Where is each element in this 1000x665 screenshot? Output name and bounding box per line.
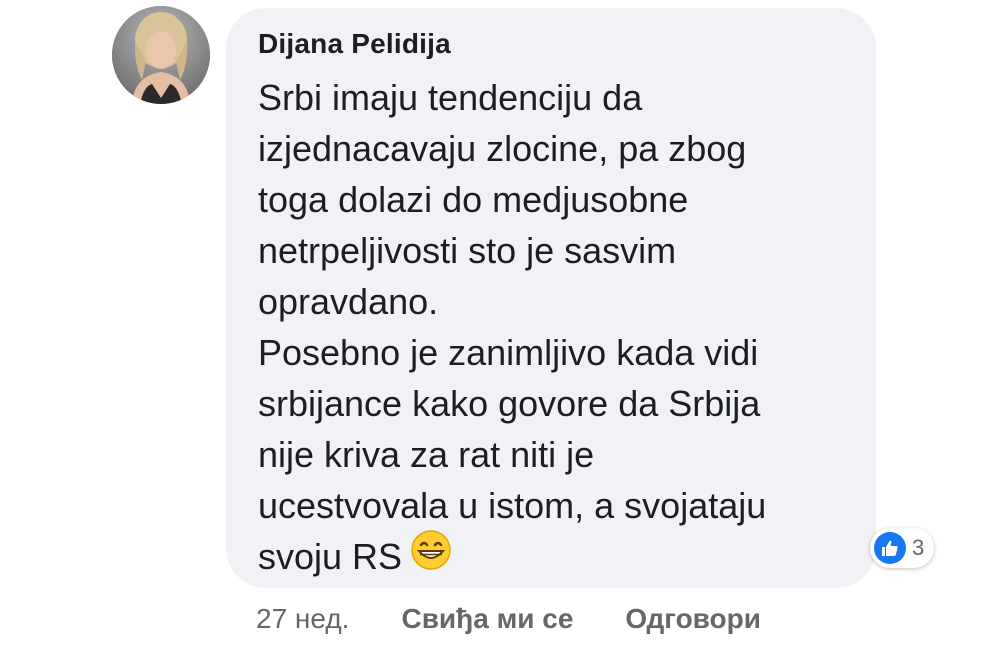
- comment-line: opravdano.: [258, 281, 439, 322]
- comment-actions: 27 нед. Свиђа ми се Одговори: [256, 597, 761, 641]
- comment-text: Srbi imaju tendenciju da izjednacavaju z…: [258, 72, 858, 584]
- comment-line-last: svoju RS: [258, 529, 858, 584]
- avatar[interactable]: [112, 6, 210, 104]
- comment-author[interactable]: Dijana Pelidija: [258, 28, 451, 60]
- grinning-face-emoji: [410, 529, 452, 584]
- comment-line: izjednacavaju zlocine, pa zbog: [258, 128, 747, 169]
- comment-line: toga dolazi do medjusobne: [258, 179, 689, 220]
- comment-line: netrpeljivosti sto je sasvim: [258, 230, 677, 271]
- comment-line: srbijance kako govore da Srbija: [258, 383, 761, 424]
- comment-line: ucestvovala u istom, a svojataju: [258, 485, 767, 526]
- like-button[interactable]: Свиђа ми се: [401, 603, 573, 635]
- comment-line: svoju RS: [258, 536, 403, 577]
- comment-line: nije kriva za rat niti je: [258, 434, 595, 475]
- comment-line: Srbi imaju tendenciju da: [258, 77, 643, 118]
- reaction-count: 3: [912, 535, 925, 560]
- reactions-summary[interactable]: 3: [870, 528, 935, 568]
- avatar-photo: [112, 6, 210, 104]
- comment-timestamp[interactable]: 27 нед.: [256, 603, 349, 635]
- reply-button[interactable]: Одговори: [625, 603, 761, 635]
- like-icon: [874, 532, 906, 564]
- comment-line: Posebno je zanimljivo kada vidi: [258, 332, 759, 373]
